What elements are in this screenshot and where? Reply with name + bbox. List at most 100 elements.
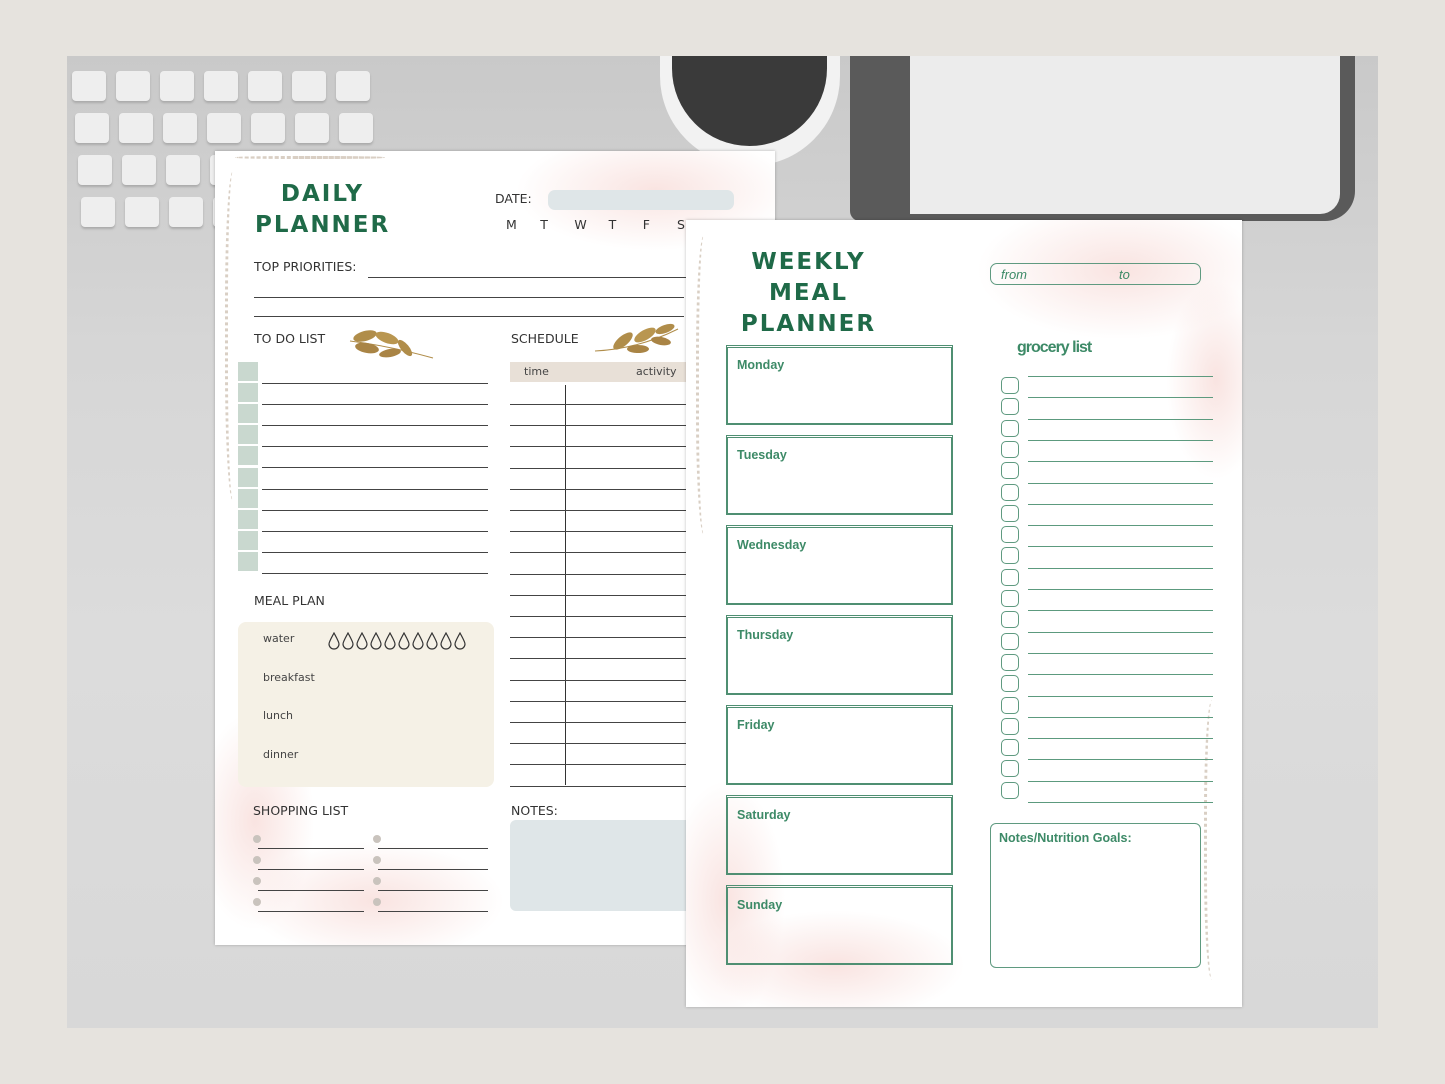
schedule-row-line[interactable]: [510, 425, 690, 427]
grocery-line[interactable]: [1028, 674, 1213, 676]
schedule-row-line[interactable]: [510, 658, 690, 660]
grocery-line[interactable]: [1028, 652, 1213, 654]
grocery-checkbox[interactable]: [1001, 675, 1019, 693]
todo-checkbox[interactable]: [238, 467, 258, 487]
grocery-checkbox[interactable]: [1001, 398, 1019, 416]
weekday-5[interactable]: S: [677, 217, 685, 232]
todo-line[interactable]: [262, 572, 488, 574]
grocery-checkbox[interactable]: [1001, 504, 1019, 522]
shopping-line[interactable]: [258, 848, 364, 849]
schedule-row-line[interactable]: [510, 510, 690, 511]
todo-checkbox[interactable]: [238, 509, 258, 529]
weekday-0[interactable]: M: [506, 217, 517, 232]
grocery-line[interactable]: [1028, 567, 1213, 569]
grocery-checkbox[interactable]: [1001, 568, 1019, 586]
schedule-row-line[interactable]: [510, 552, 690, 554]
grocery-line[interactable]: [1028, 780, 1213, 782]
todo-line[interactable]: [262, 383, 488, 384]
grocery-checkbox[interactable]: [1001, 717, 1019, 735]
day-box-tuesday[interactable]: Tuesday: [726, 435, 953, 515]
grocery-checkbox[interactable]: [1001, 632, 1019, 650]
grocery-line[interactable]: [1028, 631, 1213, 633]
weekday-4[interactable]: F: [643, 217, 650, 232]
water-drop-icon[interactable]: [356, 632, 368, 650]
todo-line[interactable]: [262, 467, 488, 469]
day-box-sunday[interactable]: Sunday: [726, 885, 953, 965]
todo-line[interactable]: [262, 404, 488, 406]
schedule-row-line[interactable]: [510, 531, 690, 533]
grocery-checkbox[interactable]: [1001, 611, 1019, 629]
grocery-checkbox[interactable]: [1001, 653, 1019, 671]
grocery-line[interactable]: [1028, 610, 1213, 612]
schedule-row-line[interactable]: [510, 616, 690, 617]
water-drop-icon[interactable]: [440, 632, 452, 650]
grocery-line[interactable]: [1028, 461, 1213, 463]
priority-line[interactable]: [254, 297, 684, 298]
water-drop-icon[interactable]: [384, 632, 396, 650]
shopping-line[interactable]: [258, 869, 364, 870]
notes-field[interactable]: [510, 820, 700, 911]
weekday-1[interactable]: T: [540, 217, 548, 232]
grocery-checkbox[interactable]: [1001, 377, 1019, 394]
day-box-wednesday[interactable]: Wednesday: [726, 525, 953, 605]
day-box-thursday[interactable]: Thursday: [726, 615, 953, 695]
schedule-row-line[interactable]: [510, 764, 690, 766]
weekday-3[interactable]: T: [609, 217, 617, 232]
water-drop-icon[interactable]: [342, 632, 354, 650]
shopping-line[interactable]: [378, 890, 488, 891]
water-drop-icon[interactable]: [412, 632, 424, 650]
todo-line[interactable]: [262, 551, 488, 553]
schedule-row-line[interactable]: [510, 594, 690, 596]
todo-checkbox[interactable]: [238, 446, 258, 466]
day-box-saturday[interactable]: Saturday: [726, 795, 953, 875]
grocery-checkbox[interactable]: [1001, 483, 1019, 501]
schedule-row-line[interactable]: [510, 722, 690, 723]
grocery-checkbox[interactable]: [1001, 590, 1019, 607]
shopping-line[interactable]: [258, 911, 364, 912]
grocery-line[interactable]: [1028, 482, 1213, 484]
grocery-checkbox[interactable]: [1001, 419, 1019, 437]
grocery-line[interactable]: [1028, 376, 1213, 377]
notes-nutrition-box[interactable]: Notes/Nutrition Goals:: [990, 823, 1201, 968]
grocery-line[interactable]: [1028, 546, 1213, 548]
grocery-line[interactable]: [1028, 439, 1213, 441]
water-drop-icon[interactable]: [370, 632, 382, 650]
todo-checkbox[interactable]: [238, 362, 258, 381]
todo-checkbox[interactable]: [238, 404, 258, 424]
grocery-checkbox[interactable]: [1001, 739, 1019, 757]
grocery-checkbox[interactable]: [1001, 526, 1019, 544]
schedule-row-line[interactable]: [510, 573, 690, 575]
todo-checkbox[interactable]: [238, 530, 258, 550]
schedule-row-line[interactable]: [510, 637, 690, 639]
grocery-line[interactable]: [1028, 418, 1213, 420]
water-drop-icon[interactable]: [426, 632, 438, 650]
todo-line[interactable]: [262, 530, 488, 532]
shopping-line[interactable]: [258, 890, 364, 891]
schedule-row-line[interactable]: [510, 488, 690, 490]
todo-line[interactable]: [262, 446, 488, 448]
shopping-line[interactable]: [378, 848, 488, 849]
grocery-checkbox[interactable]: [1001, 462, 1019, 480]
priority-line[interactable]: [368, 277, 688, 278]
grocery-line[interactable]: [1028, 397, 1213, 399]
grocery-line[interactable]: [1028, 695, 1213, 697]
todo-line[interactable]: [262, 425, 488, 427]
date-field[interactable]: [548, 190, 734, 210]
grocery-checkbox[interactable]: [1001, 440, 1019, 458]
grocery-checkbox[interactable]: [1001, 547, 1019, 565]
schedule-row-line[interactable]: [510, 446, 690, 448]
schedule-row-line[interactable]: [510, 679, 690, 681]
grocery-line[interactable]: [1028, 716, 1213, 718]
schedule-row-line[interactable]: [510, 743, 690, 745]
grocery-line[interactable]: [1028, 525, 1213, 527]
grocery-line[interactable]: [1028, 802, 1213, 803]
todo-checkbox[interactable]: [238, 383, 258, 403]
schedule-row-line[interactable]: [510, 785, 690, 787]
todo-line[interactable]: [262, 509, 488, 511]
water-drop-icon[interactable]: [328, 632, 340, 650]
grocery-checkbox[interactable]: [1001, 760, 1019, 778]
date-range-field[interactable]: from to: [990, 263, 1201, 285]
schedule-row-line[interactable]: [510, 700, 690, 702]
grocery-checkbox[interactable]: [1001, 696, 1019, 714]
todo-checkbox[interactable]: [238, 425, 258, 445]
